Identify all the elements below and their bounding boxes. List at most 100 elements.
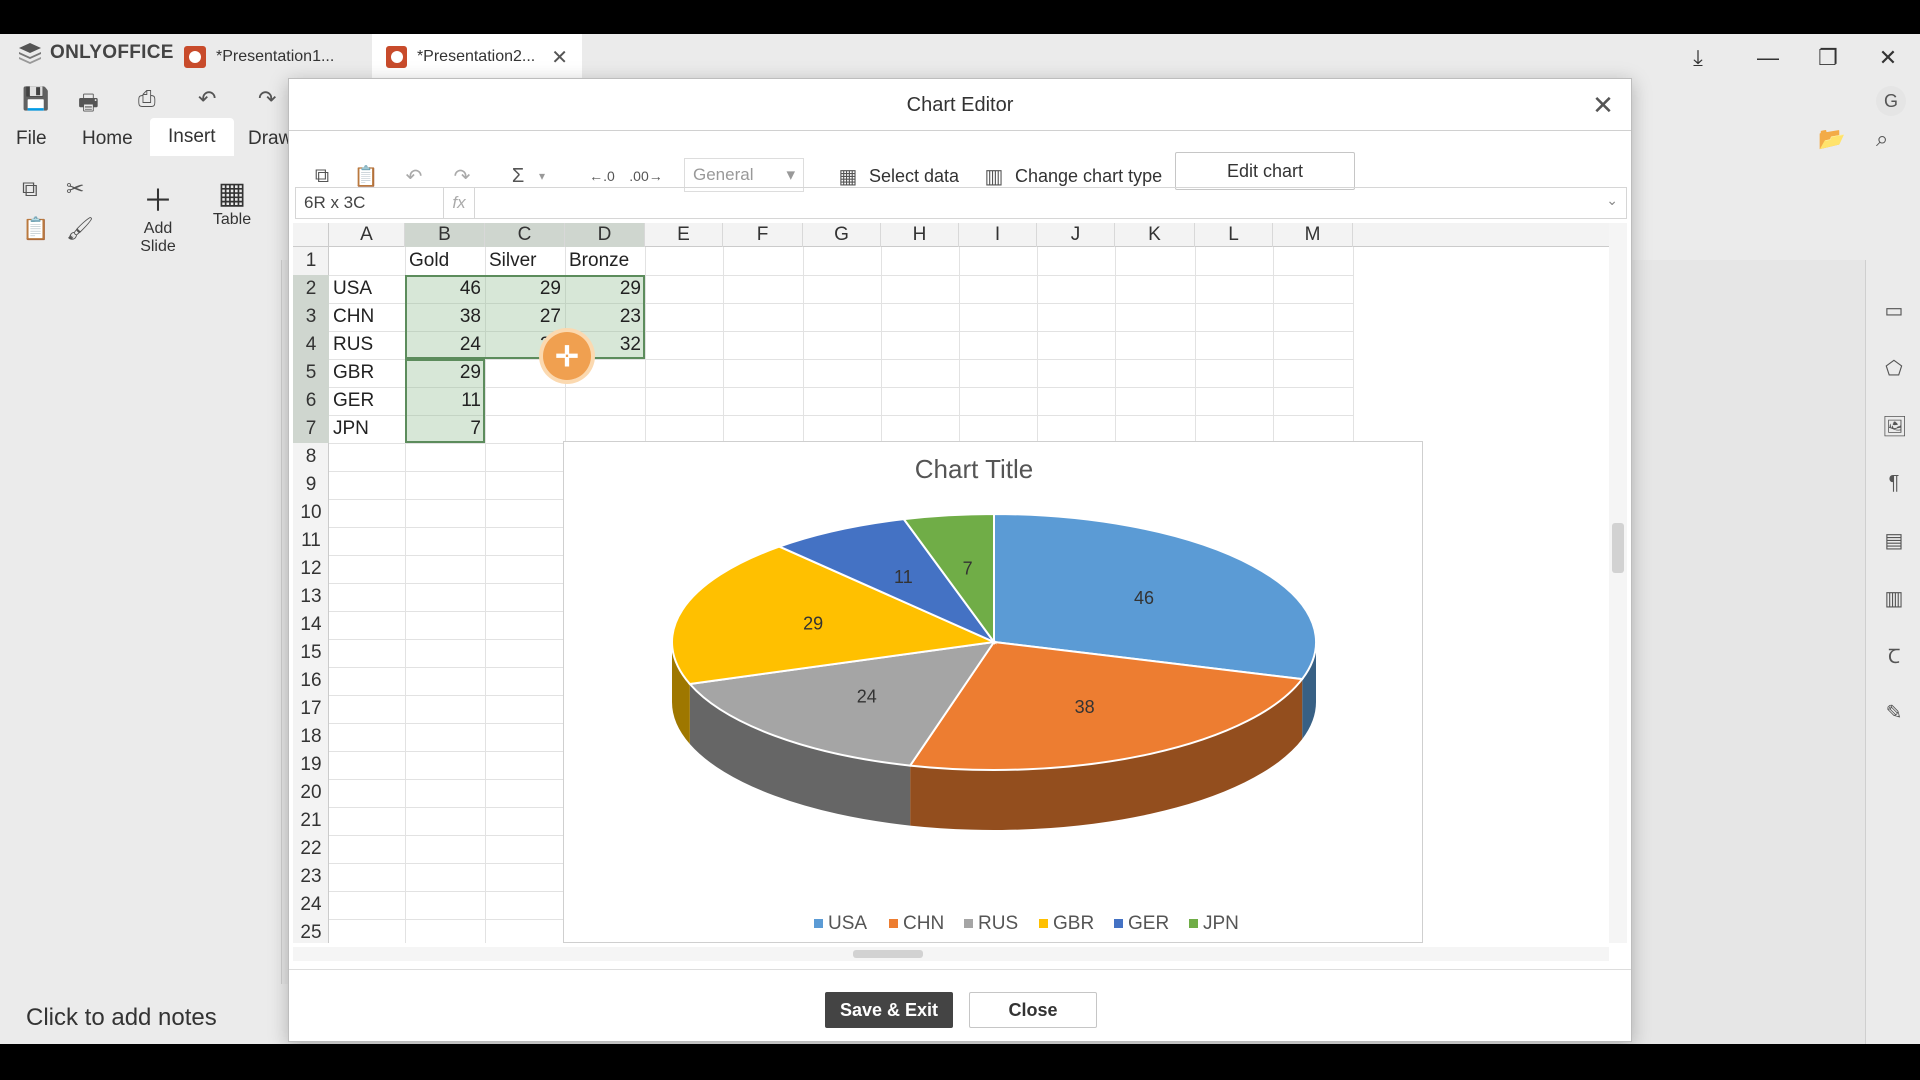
row-header-8[interactable]: 8 <box>293 443 329 471</box>
row-header-10[interactable]: 10 <box>293 499 329 527</box>
tab-presentation2[interactable]: *Presentation2... ✕ <box>372 34 582 80</box>
scroll-thumb[interactable] <box>853 950 923 958</box>
row-header-15[interactable]: 15 <box>293 639 329 667</box>
cell-b4[interactable]: 24 <box>405 331 485 359</box>
menu-file[interactable]: File <box>16 128 47 150</box>
row-header-19[interactable]: 19 <box>293 751 329 779</box>
column-header-g[interactable]: G <box>803 223 881 247</box>
column-header-j[interactable]: J <box>1037 223 1115 247</box>
edit-chart-button[interactable]: Edit chart <box>1175 152 1355 190</box>
quick-print-icon[interactable]: ⎙ <box>138 86 156 112</box>
notes-area[interactable]: Click to add notes <box>0 984 290 1044</box>
shape-settings-icon[interactable]: ⬠ <box>1882 356 1906 380</box>
cell-b3[interactable]: 38 <box>405 303 485 331</box>
undo-icon[interactable]: ↶ <box>198 86 216 112</box>
menu-insert[interactable]: Insert <box>150 118 234 156</box>
horizontal-scrollbar[interactable] <box>293 947 1609 961</box>
row-header-6[interactable]: 6 <box>293 387 329 415</box>
cell-b2[interactable]: 46 <box>405 275 485 303</box>
row-header-21[interactable]: 21 <box>293 807 329 835</box>
chart-settings-icon[interactable]: ▥ <box>1882 586 1906 610</box>
cell-d3[interactable]: 23 <box>565 303 645 331</box>
column-header-k[interactable]: K <box>1115 223 1195 247</box>
column-header-h[interactable]: H <box>881 223 959 247</box>
cell-b6[interactable]: 11 <box>405 387 485 415</box>
row-header-13[interactable]: 13 <box>293 583 329 611</box>
table-button[interactable]: ▦ Table <box>204 176 260 229</box>
cell-d2[interactable]: 29 <box>565 275 645 303</box>
image-settings-icon[interactable]: 🖼 <box>1882 414 1907 438</box>
close-button[interactable]: Close <box>969 992 1097 1028</box>
row-header-22[interactable]: 22 <box>293 835 329 863</box>
dialog-close-icon[interactable]: ✕ <box>1587 89 1619 121</box>
row-header-17[interactable]: 17 <box>293 695 329 723</box>
column-header-d[interactable]: D <box>565 223 645 247</box>
row-header-2[interactable]: 2 <box>293 275 329 303</box>
user-avatar[interactable]: G <box>1876 86 1906 116</box>
signature-settings-icon[interactable]: ✎ <box>1882 700 1906 724</box>
row-header-18[interactable]: 18 <box>293 723 329 751</box>
cell-c3[interactable]: 27 <box>485 303 565 331</box>
download-icon[interactable]: ⤓ <box>1678 38 1718 78</box>
minimize-icon[interactable]: — <box>1748 38 1788 78</box>
row-header-3[interactable]: 3 <box>293 303 329 331</box>
cell-c1[interactable]: Silver <box>485 247 565 275</box>
close-tab-icon[interactable]: ✕ <box>551 45 568 70</box>
paragraph-settings-icon[interactable]: ¶ <box>1882 472 1906 496</box>
column-header-e[interactable]: E <box>645 223 723 247</box>
print-icon[interactable]: 🖶 <box>78 86 99 124</box>
chart-area[interactable]: Chart Title 46 38 24 29 11 7 USA CHN RUS GBR GER JPN <box>563 441 1423 943</box>
scroll-thumb[interactable] <box>1612 523 1624 573</box>
select-all-corner[interactable] <box>293 223 329 247</box>
column-header-b[interactable]: B <box>405 223 485 247</box>
table-settings-icon[interactable]: ▤ <box>1882 528 1906 552</box>
column-header-l[interactable]: L <box>1195 223 1273 247</box>
vertical-scrollbar[interactable] <box>1609 223 1627 943</box>
open-file-location-icon[interactable]: 📂 <box>1818 126 1845 152</box>
close-window-icon[interactable]: ✕ <box>1868 38 1908 78</box>
cell-b1[interactable]: Gold <box>405 247 485 275</box>
cell-a5[interactable]: GBR <box>329 359 405 387</box>
add-slide-button[interactable]: ＋ Add Slide <box>128 176 188 256</box>
row-header-1[interactable]: 1 <box>293 247 329 275</box>
row-header-20[interactable]: 20 <box>293 779 329 807</box>
search-icon[interactable]: ⌕ <box>1876 126 1888 152</box>
expand-formula-icon[interactable]: ⌄ <box>1606 192 1618 209</box>
cell-a3[interactable]: CHN <box>329 303 405 331</box>
column-header-a[interactable]: A <box>329 223 405 247</box>
cell-b7[interactable]: 7 <box>405 415 485 443</box>
save-icon[interactable]: 💾 <box>22 86 49 112</box>
column-header-c[interactable]: C <box>485 223 565 247</box>
cell-a7[interactable]: JPN <box>329 415 405 443</box>
row-header-12[interactable]: 12 <box>293 555 329 583</box>
cell-a2[interactable]: USA <box>329 275 405 303</box>
row-header-25[interactable]: 25 <box>293 919 329 943</box>
cell-c2[interactable]: 29 <box>485 275 565 303</box>
paste-icon[interactable]: 📋 <box>22 216 49 242</box>
cut-icon[interactable]: ✂ <box>66 176 84 202</box>
tab-presentation1[interactable]: *Presentation1... <box>170 34 348 80</box>
spreadsheet-grid[interactable]: A B C D E F G H I J K L M 1 2 3 4 5 6 7 8 9 10 11 12 13 14 15 16 17 18… <box>293 223 1609 943</box>
chart-title[interactable]: Chart Title <box>915 454 1034 484</box>
row-header-16[interactable]: 16 <box>293 667 329 695</box>
row-header-23[interactable]: 23 <box>293 863 329 891</box>
row-header-7[interactable]: 7 <box>293 415 329 443</box>
column-header-m[interactable]: M <box>1273 223 1353 247</box>
text-art-settings-icon[interactable]: Ꞇ <box>1882 642 1906 668</box>
cell-a6[interactable]: GER <box>329 387 405 415</box>
column-header-f[interactable]: F <box>723 223 803 247</box>
save-exit-button[interactable]: Save & Exit <box>825 992 953 1028</box>
row-header-14[interactable]: 14 <box>293 611 329 639</box>
column-header-i[interactable]: I <box>959 223 1037 247</box>
menu-home[interactable]: Home <box>82 128 133 150</box>
row-header-4[interactable]: 4 <box>293 331 329 359</box>
row-header-11[interactable]: 11 <box>293 527 329 555</box>
formula-input[interactable] <box>474 188 1626 218</box>
row-header-5[interactable]: 5 <box>293 359 329 387</box>
chart-legend[interactable]: USA CHN RUS GBR GER JPN <box>814 913 1239 934</box>
maximize-icon[interactable]: ❐ <box>1808 38 1848 78</box>
row-header-24[interactable]: 24 <box>293 891 329 919</box>
cell-d1[interactable]: Bronze <box>565 247 645 275</box>
row-header-9[interactable]: 9 <box>293 471 329 499</box>
menu-draw[interactable]: Draw <box>248 128 292 150</box>
